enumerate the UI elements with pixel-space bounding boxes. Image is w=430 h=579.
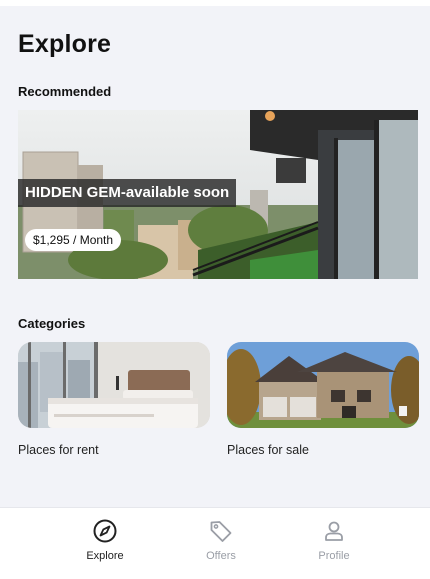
category-card-sale[interactable] [227,342,419,428]
listing-title: HIDDEN GEM-available soon [18,179,237,207]
rent-photo [18,342,210,428]
nav-label-explore: Explore [86,550,124,562]
recommended-heading: Recommended [18,84,112,99]
nav-item-profile[interactable]: Profile [289,518,379,562]
nav-label-profile: Profile [318,550,350,562]
category-label-sale: Places for sale [227,443,309,457]
nav-item-explore[interactable]: Explore [60,518,150,562]
sale-photo [227,342,419,428]
categories-heading: Categories [18,316,86,331]
user-icon [325,521,343,541]
nav-label-offers: Offers [206,550,236,562]
category-label-rent: Places for rent [18,443,99,457]
nav-item-offers[interactable]: Offers [176,518,266,562]
bottom-navigation: Explore Offers Profile [0,507,430,579]
page-title: Explore [18,30,112,58]
tag-icon [210,521,232,542]
category-card-rent[interactable] [18,342,210,428]
top-rule [0,0,430,6]
listing-price-badge: $1,295 / Month [25,229,122,251]
compass-icon [93,519,117,543]
